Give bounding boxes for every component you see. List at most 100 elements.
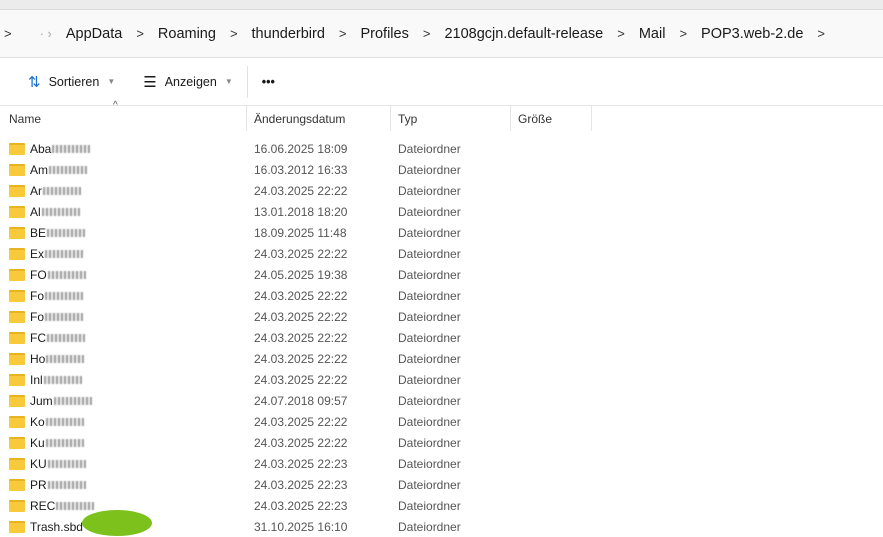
column-header: ^ Name Änderungsdatum Typ Größe [0,100,883,132]
redacted-text [47,270,86,279]
chevron-right-icon[interactable]: > [617,26,625,41]
modified-date: 16.03.2012 16:33 [254,162,348,177]
table-row[interactable]: KU 24.03.2025 22:23 Dateiordner [0,453,883,474]
table-row[interactable]: FC 24.03.2025 22:22 Dateiordner [0,327,883,348]
sort-icon: ⇅ [28,73,41,91]
redacted-text [47,333,85,342]
redacted-text [52,144,91,153]
breadcrumb-item[interactable]: Profiles [360,26,408,42]
hidden-crumbs[interactable]: · › [40,26,52,41]
table-row[interactable]: Jum 24.07.2018 09:57 Dateiordner [0,390,883,411]
table-row[interactable]: Am 16.03.2012 16:33 Dateiordner [0,159,883,180]
file-type: Dateiordner [398,372,461,387]
chevron-right-icon[interactable]: > [136,26,144,41]
file-type: Dateiordner [398,246,461,261]
title-strip [0,0,883,10]
sort-ascending-icon: ^ [113,100,118,111]
folder-icon [9,394,25,407]
redacted-text [45,249,84,258]
table-row[interactable]: Fo 24.03.2025 22:22 Dateiordner [0,306,883,327]
file-name: Fo [30,288,45,303]
table-row[interactable]: Al 13.01.2018 18:20 Dateiordner [0,201,883,222]
view-button[interactable]: ☰ Anzeigen ▼ [129,66,247,98]
redacted-text [46,354,85,363]
file-name: Fo [30,309,45,324]
column-size[interactable]: Größe [511,106,592,131]
breadcrumb-item[interactable]: Roaming [158,26,216,42]
folder-icon [9,268,25,281]
file-name: Al [30,204,41,219]
chevron-right-icon[interactable]: > [339,26,347,41]
file-type: Dateiordner [398,498,461,513]
file-type: Dateiordner [398,456,461,471]
table-row[interactable]: Ar 24.03.2025 22:22 Dateiordner [0,180,883,201]
file-name: PR [30,477,47,492]
chevron-right-icon[interactable]: > [679,26,687,41]
modified-date: 13.01.2018 18:20 [254,204,348,219]
command-bar: ⇅ Sortieren ▼ ☰ Anzeigen ▼ ••• [0,58,883,106]
redacted-text [43,375,82,384]
breadcrumb-item[interactable]: Mail [639,26,666,42]
folder-icon [9,184,25,197]
file-type: Dateiordner [398,288,461,303]
file-name: REC [30,498,56,513]
file-name: Ex [30,246,45,261]
folder-icon [9,289,25,302]
redacted-text [47,480,86,489]
table-row[interactable]: Inl 24.03.2025 22:22 Dateiordner [0,369,883,390]
modified-date: 24.03.2025 22:23 [254,456,348,471]
redacted-text [49,165,87,174]
redacted-text [56,501,95,510]
folder-icon [9,142,25,155]
modified-date: 24.03.2025 22:22 [254,351,348,366]
table-row[interactable]: PR 24.03.2025 22:23 Dateiordner [0,474,883,495]
chevron-right-icon[interactable]: > [230,26,238,41]
table-row[interactable]: BE 18.09.2025 11:48 Dateiordner [0,222,883,243]
breadcrumb-item[interactable]: thunderbird [252,26,325,42]
table-row[interactable]: Fo 24.03.2025 22:22 Dateiordner [0,285,883,306]
redacted-text [45,312,84,321]
table-row[interactable]: Ex 24.03.2025 22:22 Dateiordner [0,243,883,264]
breadcrumb-item[interactable]: POP3.web-2.de [701,26,803,42]
modified-date: 24.07.2018 09:57 [254,393,348,408]
folder-icon [9,436,25,449]
modified-date: 24.03.2025 22:22 [254,288,348,303]
file-list: Aba 16.06.2025 18:09 Dateiordner Am 16.03.20… [0,138,883,537]
modified-date: 24.03.2025 22:22 [254,183,348,198]
file-type: Dateiordner [398,204,461,219]
chevron-down-icon: ▼ [224,77,233,86]
table-row[interactable]: Ku 24.03.2025 22:22 Dateiordner [0,432,883,453]
table-row[interactable]: FO 24.05.2025 19:38 Dateiordner [0,264,883,285]
modified-date: 24.03.2025 22:22 [254,309,348,324]
table-row[interactable]: Ko 24.03.2025 22:22 Dateiordner [0,411,883,432]
modified-date: 24.03.2025 22:23 [254,477,348,492]
file-type: Dateiordner [398,393,461,408]
table-row[interactable]: Aba 16.06.2025 18:09 Dateiordner [0,138,883,159]
chevron-right-icon[interactable]: > [817,26,825,41]
column-name[interactable]: Name [0,106,247,131]
file-name: Am [30,162,48,177]
column-type[interactable]: Typ [391,106,511,131]
breadcrumb-item[interactable]: 2108gcjn.default-release [444,26,603,42]
file-name: Ho [30,351,46,366]
column-date[interactable]: Änderungsdatum [247,106,391,131]
modified-date: 24.05.2025 19:38 [254,267,348,282]
sort-button[interactable]: ⇅ Sortieren ▼ [14,66,129,98]
file-type: Dateiordner [398,519,461,534]
file-name: KU [30,456,47,471]
folder-icon [9,520,25,533]
redacted-text [45,438,84,447]
breadcrumb-item[interactable]: AppData [66,26,122,42]
file-name: Jum [30,393,53,408]
file-type: Dateiordner [398,330,461,345]
file-type: Dateiordner [398,225,461,240]
modified-date: 24.03.2025 22:23 [254,498,348,513]
file-type: Dateiordner [398,267,461,282]
file-type: Dateiordner [398,183,461,198]
folder-icon [9,499,25,512]
folder-icon [9,205,25,218]
chevron-right-icon[interactable]: > [4,26,12,41]
more-button[interactable]: ••• [248,66,289,98]
chevron-right-icon[interactable]: > [423,26,431,41]
table-row[interactable]: Ho 24.03.2025 22:22 Dateiordner [0,348,883,369]
